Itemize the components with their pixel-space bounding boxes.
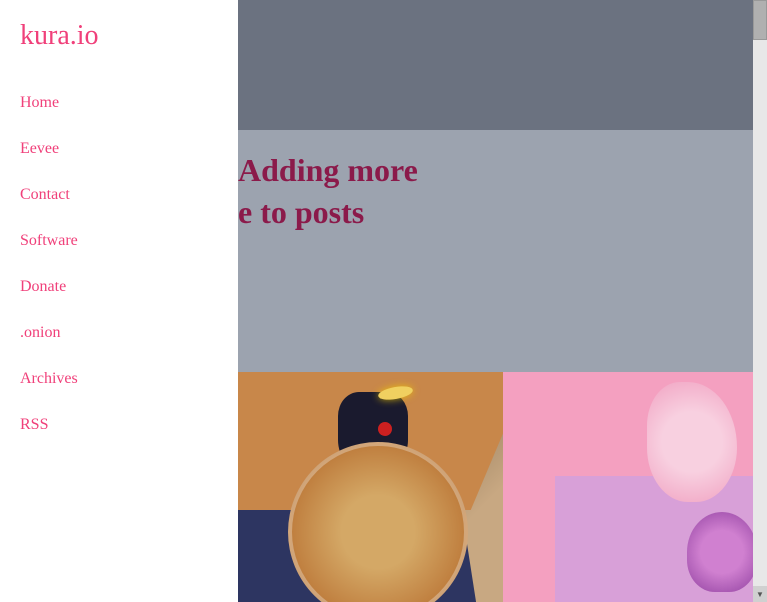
sidebar-item-archives[interactable]: Archives [20,356,218,402]
sidebar-nav: Home Eevee Contact Software Donate .onio… [20,80,218,448]
sidebar-item-rss[interactable]: RSS [20,402,218,448]
scrollbar-down-button[interactable]: ▼ [753,586,767,602]
main-content: Adding more e to posts ▲ ▼ [238,0,767,602]
post-title-box: Adding more e to posts [238,140,767,253]
sidebar-item-contact[interactable]: Contact [20,172,218,218]
top-bar [238,0,767,130]
post-title-line2: e to posts [238,194,364,230]
purple-creature [687,512,757,592]
site-title[interactable]: kura.io [20,20,218,52]
pokemon-image [238,372,767,602]
sidebar-item-eevee[interactable]: Eevee [20,126,218,172]
content-area: Adding more e to posts [238,130,767,602]
sidebar-item-donate[interactable]: Donate [20,264,218,310]
scrollbar-thumb[interactable] [753,0,767,40]
scrollbar-track: ▲ ▼ [753,0,767,602]
sidebar-item-onion[interactable]: .onion [20,310,218,356]
sidebar-item-home[interactable]: Home [20,80,218,126]
post-title-line1: Adding more [238,152,418,188]
sidebar: kura.io Home Eevee Contact Software Dona… [0,0,238,602]
post-title: Adding more e to posts [238,150,747,233]
sidebar-item-software[interactable]: Software [20,218,218,264]
red-eye [378,422,392,436]
pokemon-collage [238,372,767,602]
